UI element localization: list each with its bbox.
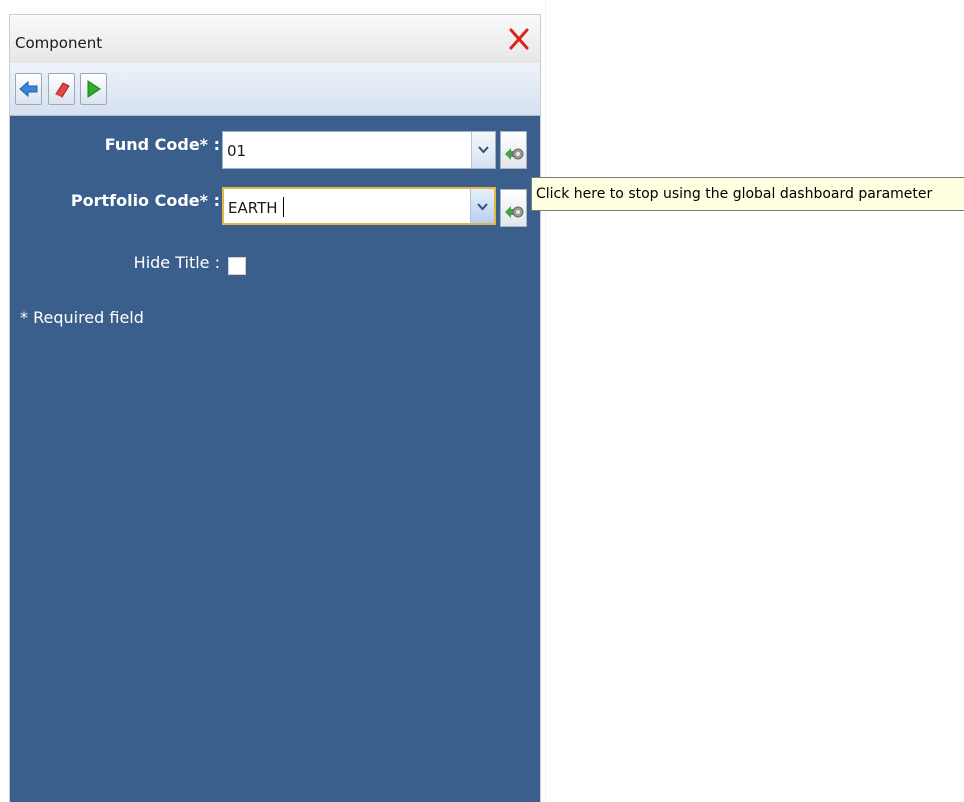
- chevron-down-icon: [477, 203, 488, 211]
- global-parameter-icon: [505, 148, 524, 160]
- eraser-icon: [55, 82, 70, 98]
- window-title: Component: [15, 34, 103, 52]
- fund-code-combobox[interactable]: [222, 131, 496, 169]
- portfolio-code-global-parameter-button[interactable]: [500, 189, 527, 227]
- hide-title-checkbox[interactable]: [228, 257, 246, 275]
- fund-code-global-parameter-button[interactable]: [500, 131, 527, 169]
- hide-title-label: Hide Title :: [133, 253, 220, 272]
- text-cursor: [283, 197, 284, 217]
- fund-code-dropdown-button[interactable]: [471, 132, 495, 168]
- fund-code-input[interactable]: [227, 142, 467, 160]
- close-icon: [509, 28, 529, 50]
- run-button[interactable]: [80, 73, 107, 105]
- tooltip: Click here to stop using the global dash…: [531, 177, 964, 211]
- toolbar: [10, 63, 540, 116]
- portfolio-code-input[interactable]: [228, 199, 468, 217]
- component-panel: Component Fund Code* : 01 Portfolio Code…: [9, 14, 541, 802]
- play-icon: [87, 80, 101, 98]
- title-bar: Component: [10, 15, 540, 64]
- chevron-down-icon: [478, 146, 489, 154]
- clear-button[interactable]: [48, 73, 75, 105]
- close-button[interactable]: [508, 27, 530, 51]
- back-button[interactable]: [15, 73, 42, 105]
- global-parameter-icon: [505, 206, 524, 218]
- portfolio-code-dropdown-button[interactable]: [470, 189, 494, 223]
- page-divider: [545, 0, 546, 802]
- portfolio-code-combobox[interactable]: [222, 187, 496, 225]
- back-arrow-icon: [19, 80, 38, 98]
- portfolio-code-label: Portfolio Code* :: [70, 191, 220, 210]
- required-field-note: * Required field: [20, 308, 144, 327]
- fund-code-label: Fund Code* :: [104, 135, 220, 154]
